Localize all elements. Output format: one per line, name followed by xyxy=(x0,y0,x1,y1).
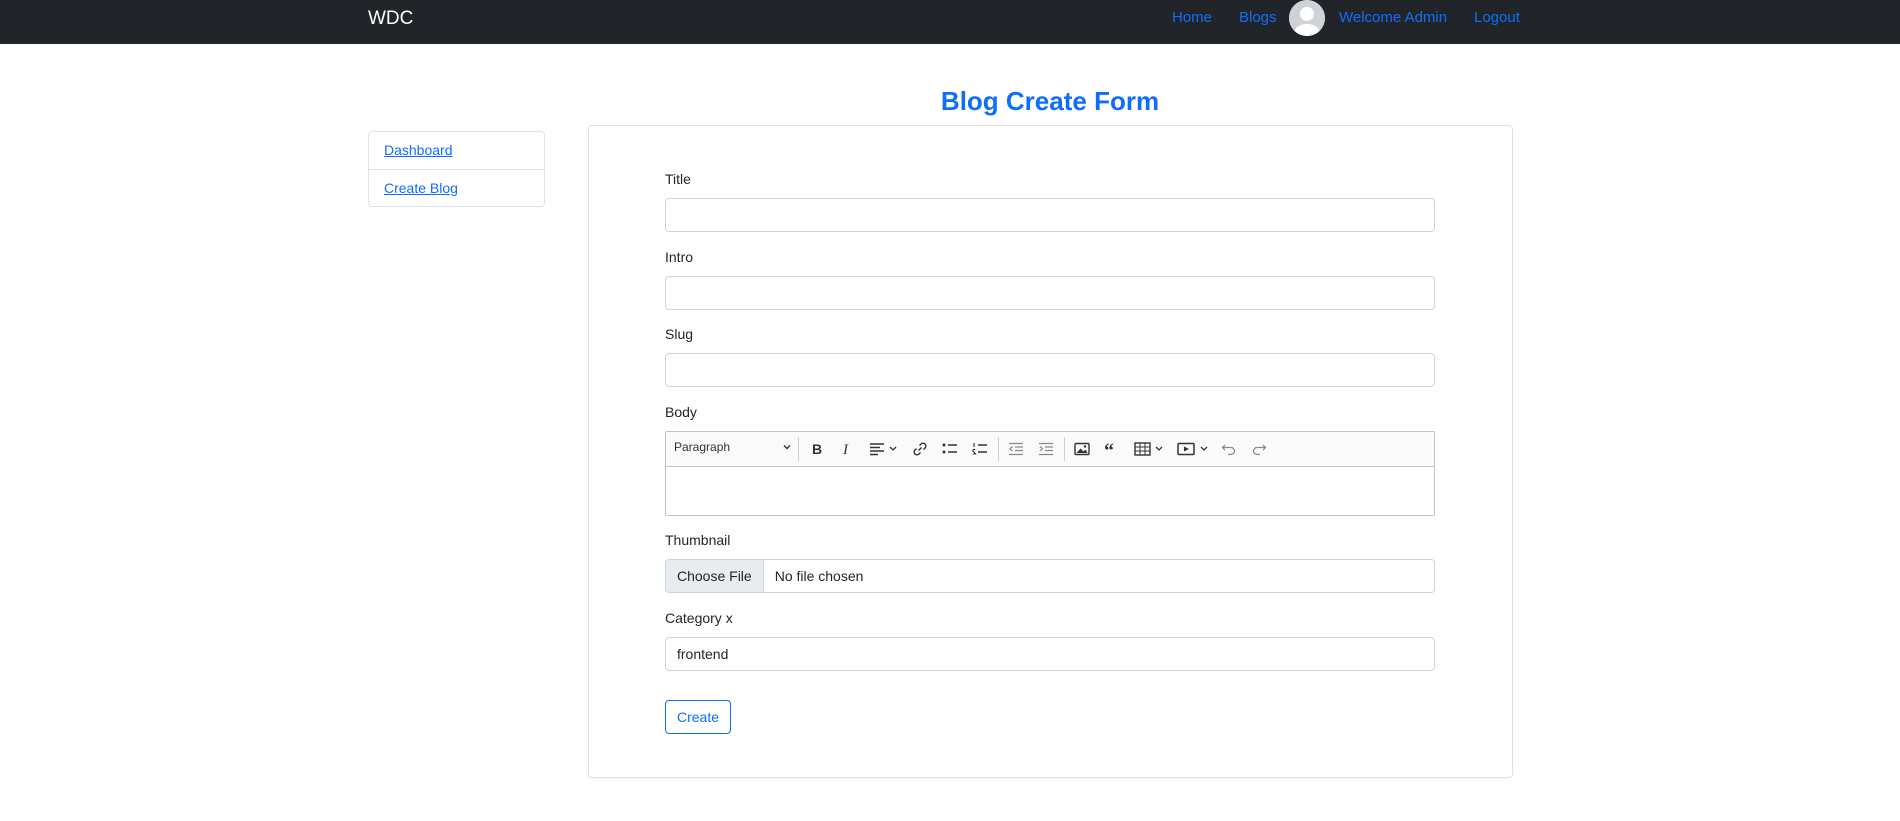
quote-icon[interactable]: “ xyxy=(1102,439,1122,459)
body-rich-text-editor: Paragraph B I “ xyxy=(665,431,1435,516)
link-icon[interactable] xyxy=(910,439,930,459)
heading-dropdown[interactable]: Paragraph xyxy=(674,440,792,454)
chevron-down-icon xyxy=(783,445,791,450)
toolbar-separator xyxy=(1064,437,1065,461)
nav-logout-link[interactable]: Logout xyxy=(1474,9,1520,26)
bulleted-list-icon[interactable] xyxy=(940,439,960,459)
page-title: Blog Create Form xyxy=(940,86,1160,116)
undo-icon[interactable] xyxy=(1219,439,1239,459)
brand-logo[interactable]: WDC xyxy=(368,8,413,30)
thumbnail-label: Thumbnail xyxy=(665,532,731,548)
editor-toolbar: Paragraph B I “ xyxy=(666,432,1434,467)
user-avatar[interactable] xyxy=(1289,0,1325,36)
slug-label: Slug xyxy=(665,326,694,342)
thumbnail-file-input[interactable]: Choose File No file chosen xyxy=(665,559,1435,593)
title-label: Title xyxy=(665,171,691,187)
file-status-text: No file chosen xyxy=(774,568,864,584)
table-icon[interactable] xyxy=(1133,439,1167,459)
heading-dropdown-value: Paragraph xyxy=(674,440,731,454)
title-input[interactable] xyxy=(665,198,1435,232)
editor-content-area[interactable] xyxy=(666,467,1434,515)
bold-icon[interactable]: B xyxy=(807,439,827,459)
category-input[interactable] xyxy=(665,637,1435,671)
choose-file-button[interactable]: Choose File xyxy=(666,560,764,592)
svg-text:B: B xyxy=(812,442,822,456)
slug-input[interactable] xyxy=(665,353,1435,387)
toolbar-separator xyxy=(798,437,799,461)
nav-home-link[interactable]: Home xyxy=(1172,9,1212,26)
category-label: Category x xyxy=(665,610,733,626)
sidebar-link-create-blog[interactable]: Create Blog xyxy=(384,180,458,196)
sidebar: Dashboard Create Blog xyxy=(368,131,545,207)
welcome-admin-link[interactable]: Welcome Admin xyxy=(1339,9,1447,26)
toolbar-separator xyxy=(998,437,999,461)
outdent-icon[interactable] xyxy=(1006,439,1026,459)
align-icon[interactable] xyxy=(867,439,901,459)
sidebar-item-create-blog: Create Blog xyxy=(369,169,544,206)
body-label: Body xyxy=(665,404,697,420)
intro-input[interactable] xyxy=(665,276,1435,310)
svg-text:I: I xyxy=(842,442,849,456)
indent-icon[interactable] xyxy=(1036,439,1056,459)
svg-text:“: “ xyxy=(1104,442,1114,456)
numbered-list-icon[interactable] xyxy=(970,439,990,459)
redo-icon[interactable] xyxy=(1249,439,1269,459)
sidebar-link-dashboard[interactable]: Dashboard xyxy=(384,142,453,158)
nav-blogs-link[interactable]: Blogs xyxy=(1239,9,1277,26)
italic-icon[interactable]: I xyxy=(837,439,857,459)
media-icon[interactable] xyxy=(1176,439,1212,459)
intro-label: Intro xyxy=(665,249,694,265)
sidebar-item-dashboard: Dashboard xyxy=(369,132,544,169)
top-navbar: WDC Home Blogs Welcome Admin Logout xyxy=(0,0,1900,44)
create-button[interactable]: Create xyxy=(665,700,732,734)
image-icon[interactable] xyxy=(1072,439,1092,459)
user-avatar-icon xyxy=(1289,0,1325,36)
